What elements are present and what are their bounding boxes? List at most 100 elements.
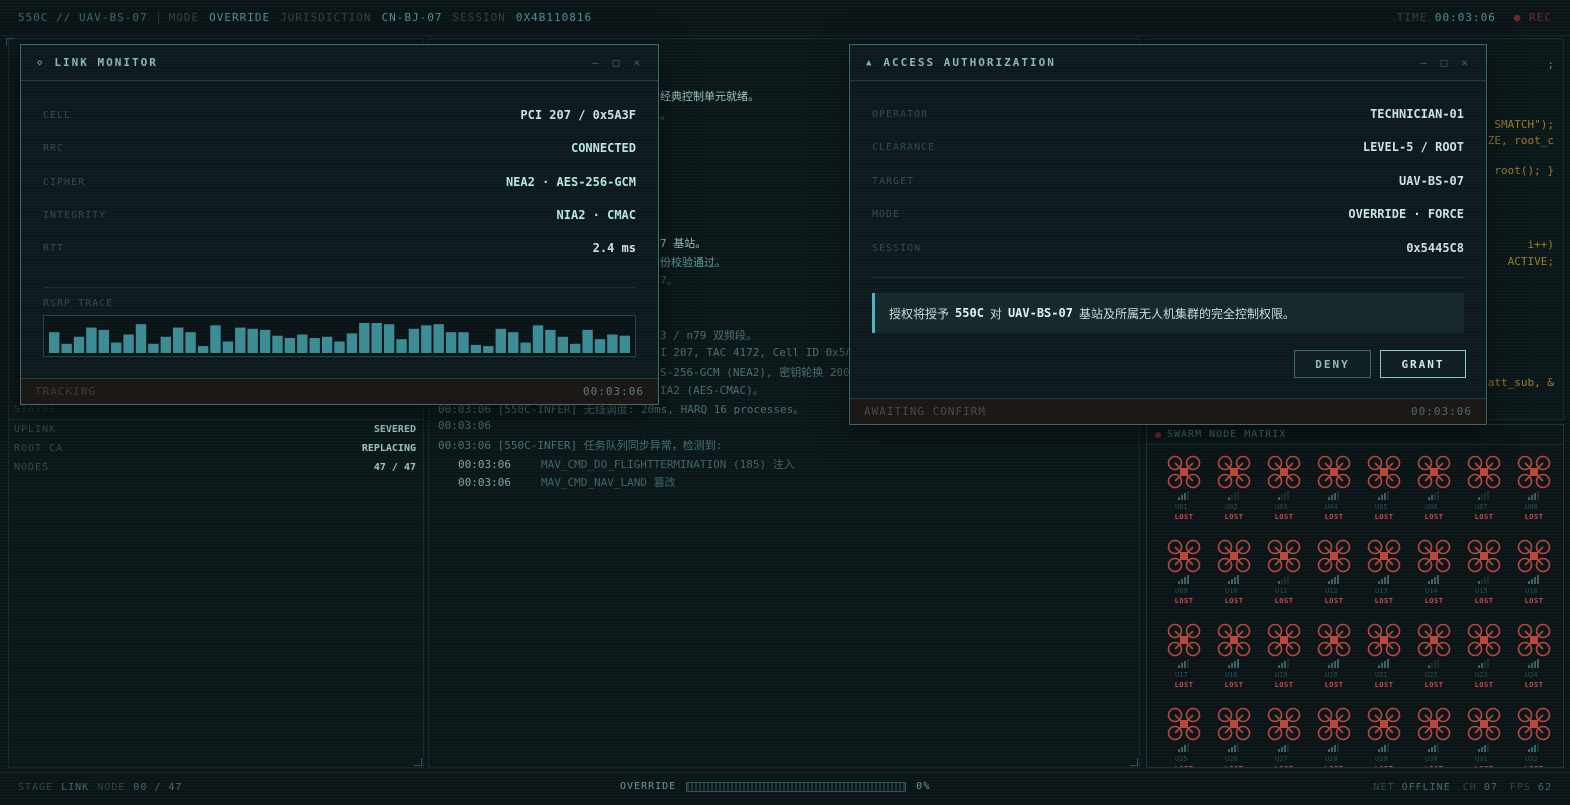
msg-text: 授权将授予 [889, 306, 950, 321]
close-icon[interactable]: ✕ [633, 56, 642, 69]
trace-bar [148, 343, 159, 353]
drone-node[interactable]: U28 LOST [1309, 707, 1359, 767]
node-id: U15 [1475, 587, 1488, 595]
log-line: 00:03:06 [550C-INFER] 任务队列同步异常，检测到: [438, 439, 723, 452]
auth-titlebar[interactable]: ▲ ACCESS AUTHORIZATION — □ ✕ [850, 45, 1486, 81]
drone-node[interactable]: U12 LOST [1309, 539, 1359, 621]
log-line: 3 / n79 双频段。 [660, 329, 757, 342]
drone-node[interactable]: U09 LOST [1159, 539, 1209, 621]
drone-node[interactable]: U19 LOST [1259, 623, 1309, 705]
drone-node[interactable]: U07 LOST [1459, 455, 1509, 537]
drone-icon [1167, 539, 1201, 573]
signal-bars-icon [1278, 742, 1289, 752]
drone-node[interactable]: U27 LOST [1259, 707, 1309, 767]
swarm-header: SWARM NODE MATRIX [1147, 425, 1563, 445]
link-monitor-titlebar[interactable]: ◇ LINK MONITOR — □ ✕ [21, 45, 658, 81]
drone-node[interactable]: U25 LOST [1159, 707, 1209, 767]
drone-node[interactable]: U05 LOST [1359, 455, 1409, 537]
drone-node[interactable]: U16 LOST [1509, 539, 1559, 621]
drone-node[interactable]: U23 LOST [1459, 623, 1509, 705]
drone-node[interactable]: U15 LOST [1459, 539, 1509, 621]
node-id: U31 [1475, 755, 1488, 763]
drone-node[interactable]: U10 LOST [1209, 539, 1259, 621]
trace-bar [321, 336, 333, 353]
maximize-icon[interactable]: □ [1441, 56, 1450, 69]
drone-node[interactable]: U01 LOST [1159, 455, 1209, 537]
grant-button[interactable]: GRANT [1380, 350, 1466, 378]
node-id: U23 [1475, 671, 1488, 679]
drone-node[interactable]: U08 LOST [1509, 455, 1559, 537]
minimize-icon[interactable]: — [1420, 56, 1429, 69]
trace-bar [520, 342, 531, 353]
signal-bars-icon [1378, 490, 1389, 500]
node-status: LOST [1224, 597, 1244, 605]
code-line: ACTIVE; [1507, 255, 1554, 268]
log-timestamp: 00:03:06 [458, 476, 511, 489]
node-status: LOST [1324, 513, 1344, 521]
drone-node[interactable]: U02 LOST [1209, 455, 1259, 537]
minimize-icon[interactable]: — [592, 56, 601, 69]
signal-bars-icon [1328, 490, 1339, 500]
node-status: LOST [1324, 681, 1344, 689]
drone-node[interactable]: U13 LOST [1359, 539, 1409, 621]
trace-bar [86, 327, 97, 353]
close-icon[interactable]: ✕ [1461, 56, 1470, 69]
node-status: LOST [1174, 513, 1194, 521]
node-status: LOST [1309, 765, 1359, 767]
drone-node[interactable]: U30 LOST [1409, 707, 1459, 767]
drone-node[interactable]: U31 LOST [1459, 707, 1509, 767]
deny-button[interactable]: DENY [1294, 350, 1371, 378]
drone-node[interactable]: U03 LOST [1259, 455, 1309, 537]
swarm-title: SWARM NODE MATRIX [1167, 429, 1287, 440]
signal-bars-icon [1478, 742, 1489, 752]
drone-icon [1467, 455, 1501, 489]
drone-icon [1417, 707, 1451, 741]
signal-bars-icon [1428, 574, 1439, 584]
trace-bar [532, 325, 544, 353]
node-status: LOST [1509, 765, 1559, 767]
drone-node[interactable]: U32 LOST [1509, 707, 1559, 767]
drone-node[interactable]: U17 LOST [1159, 623, 1209, 705]
node-id: U24 [1525, 671, 1538, 679]
lm-key: RRC [43, 142, 65, 154]
drone-node[interactable]: U11 LOST [1259, 539, 1309, 621]
signal-bars-icon [1378, 574, 1389, 584]
status-key: UPLINK [14, 424, 57, 435]
signal-bars-icon [1528, 742, 1539, 752]
node-id: U20 [1325, 671, 1338, 679]
node-id: U03 [1275, 503, 1288, 511]
drone-node[interactable]: U24 LOST [1509, 623, 1559, 705]
drone-node[interactable]: U21 LOST [1359, 623, 1409, 705]
footer-label: TRACKING [35, 385, 96, 398]
drone-node[interactable]: U20 LOST [1309, 623, 1359, 705]
divider [157, 11, 159, 24]
lm-value: NIA2 · CMAC [556, 208, 636, 222]
drone-icon [1517, 623, 1551, 657]
frame-corner [6, 38, 14, 46]
link-monitor-window[interactable]: ◇ LINK MONITOR — □ ✕ CELL PCI 207 / 0x5A… [20, 44, 659, 405]
trace-bar [309, 338, 320, 353]
trace-bar [619, 335, 630, 353]
log-command: MAV_CMD_NAV_LAND 篡改 [540, 476, 676, 489]
trace-bar [371, 323, 382, 353]
drone-node[interactable]: U04 LOST [1309, 455, 1359, 537]
triangle-up-icon: ▲ [866, 57, 874, 68]
signal-bars-icon [1528, 574, 1539, 584]
drone-node[interactable]: U22 LOST [1409, 623, 1459, 705]
auth-key: SESSION [872, 242, 922, 254]
drone-icon [1417, 539, 1451, 573]
maximize-icon[interactable]: □ [613, 56, 622, 69]
drone-node[interactable]: U18 LOST [1209, 623, 1259, 705]
drone-icon [1317, 623, 1351, 657]
drone-node[interactable]: U26 LOST [1209, 707, 1259, 767]
log-timestamp: 00:03:06 [458, 458, 511, 471]
drone-node[interactable]: U14 LOST [1409, 539, 1459, 621]
drone-node[interactable]: U29 LOST [1359, 707, 1409, 767]
drone-node[interactable]: U06 LOST [1409, 455, 1459, 537]
mode-label: MODE [168, 11, 200, 24]
drone-icon [1517, 455, 1551, 489]
node-status: LOST [1424, 681, 1444, 689]
access-authorization-window[interactable]: ▲ ACCESS AUTHORIZATION — □ ✕ OPERATOR TE… [849, 44, 1487, 425]
node-status: LOST [1524, 597, 1544, 605]
drone-icon [1367, 539, 1401, 573]
